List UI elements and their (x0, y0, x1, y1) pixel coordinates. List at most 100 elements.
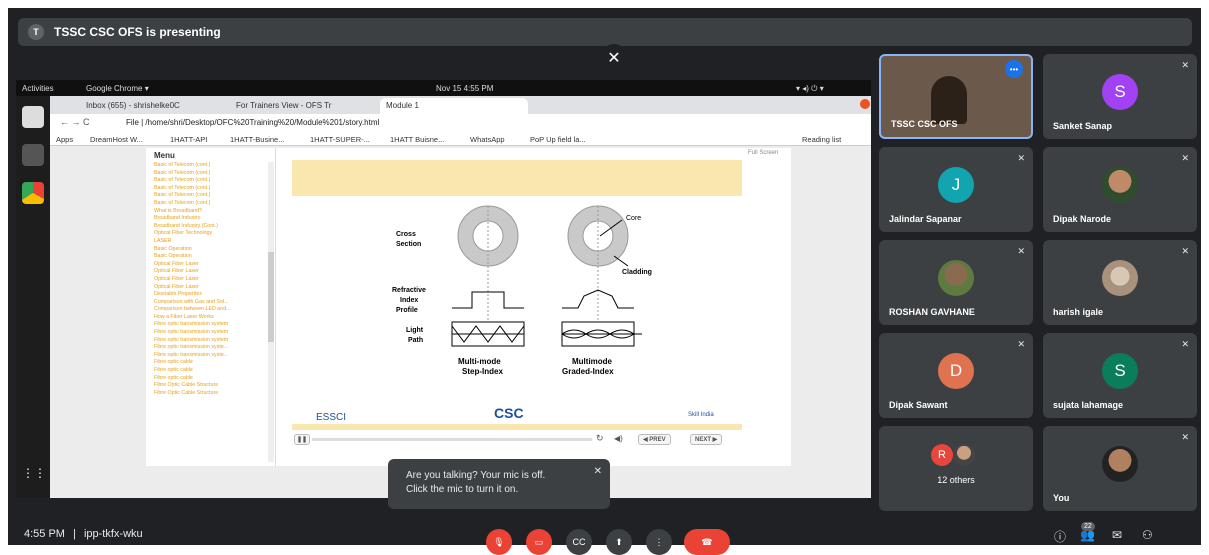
cross-label-2: Section (396, 241, 421, 248)
tab-module-1[interactable]: Module 1 (380, 98, 528, 114)
full-screen-link[interactable]: Full Screen (748, 150, 778, 156)
tile-12-others[interactable]: R 12 others (879, 426, 1033, 511)
menu-item[interactable]: Basic Operation (154, 253, 264, 261)
bookmark-popup[interactable]: PoP Up field la... (530, 135, 586, 144)
tile-dipak-narode[interactable]: ✕ Dipak Narode (1043, 147, 1197, 232)
chrome-window: Inbox (655) - shrishelke0C For Trainers … (50, 96, 871, 498)
present-icon[interactable]: ⬆ (606, 529, 632, 555)
menu-item[interactable]: Broadband Industry (Cont.) (154, 223, 264, 231)
prev-button[interactable]: ◀ PREV (638, 434, 671, 445)
menu-scrollbar[interactable] (268, 162, 274, 462)
toast-close-icon[interactable]: ✕ (594, 465, 602, 479)
bookmark-1hatt-buisne[interactable]: 1HATT Buisne... (390, 135, 444, 144)
tile-harish-igale[interactable]: ✕ harish igale (1043, 240, 1197, 325)
activities-icon[interactable]: ⚇ (1142, 528, 1153, 542)
seek-bar[interactable] (312, 438, 592, 441)
activities-label: Activities (22, 84, 54, 93)
url-text[interactable]: File | /home/shri/Desktop/OFC%20Training… (126, 118, 379, 127)
menu-item[interactable]: Broadband Industry (154, 215, 264, 223)
tile-sanket-sanap[interactable]: ✕ S Sanket Sanap (1043, 54, 1197, 139)
mic-off-icon: ✕ (1181, 153, 1189, 163)
mic-off-toast: Are you talking? Your mic is off. Click … (388, 459, 610, 509)
next-button[interactable]: NEXT ▶ (690, 434, 723, 445)
mic-toggle-icon[interactable]: 🎙 (486, 529, 512, 555)
mic-off-icon: ✕ (1181, 60, 1189, 70)
menu-item[interactable]: Optical Fiber Laser (154, 284, 264, 292)
menu-item[interactable]: Fibre Optic Cable Structure (154, 390, 264, 398)
bookmark-1hatt-busine[interactable]: 1HATT-Busine... (230, 135, 284, 144)
slide-footer-band (292, 424, 742, 430)
refractive-label-1: Refractive (392, 287, 426, 294)
current-time: 4:55 PM (24, 528, 65, 540)
bookmark-reading-list[interactable]: Reading list (802, 135, 841, 144)
bookmark-dreamhost[interactable]: DreamHost W... (90, 135, 143, 144)
menu-item[interactable]: Basic of Telecom (cont.) (154, 192, 264, 200)
mic-off-icon: ✕ (1181, 246, 1189, 256)
menu-item[interactable]: Basic of Telecom (cont.) (154, 185, 264, 193)
system-tray-icon: ▾ ◂) ⏻ ▾ (796, 84, 824, 93)
chat-icon[interactable]: ✉ (1112, 528, 1122, 542)
tab-inbox[interactable]: Inbox (655) - shrishelke0C (80, 98, 228, 114)
menu-item[interactable]: Basic of Telecom (cont.) (154, 162, 264, 170)
slide-header-band (292, 160, 742, 196)
menu-item[interactable]: How a Fiber Laser Works (154, 314, 264, 322)
menu-item[interactable]: Fibre Optic Cable Structure (154, 382, 264, 390)
captions-icon[interactable]: CC (566, 529, 592, 555)
menu-item[interactable]: LASER (154, 238, 264, 246)
bookmark-1hatt-super[interactable]: 1HATT-SUPER-... (310, 135, 370, 144)
avatar-photo (1102, 167, 1138, 203)
menu-item[interactable]: Basic Operation (154, 246, 264, 254)
tile-tssc-csc-ofs[interactable]: ••• TSSC CSC OFS (879, 54, 1033, 139)
menu-item[interactable]: Comparison between LED and... (154, 306, 264, 314)
menu-item[interactable]: Fibre optic cable (154, 375, 264, 383)
mic-off-icon: ✕ (1017, 246, 1025, 256)
menu-item[interactable]: Fibre optic transmission system (154, 329, 264, 337)
tile-jalindar-sapanar[interactable]: ✕ J Jalindar Sapanar (879, 147, 1033, 232)
menu-item[interactable]: Optical Fiber Laser (154, 268, 264, 276)
terminal-icon[interactable] (22, 144, 44, 166)
close-icon[interactable]: ✕ (600, 44, 628, 72)
end-call-icon[interactable]: ☎ (684, 529, 730, 555)
tab-trainers-view[interactable]: For Trainers View - OFS Tr (230, 98, 378, 114)
tile-sujata-lahamage[interactable]: ✕ S sujata lahamage (1043, 333, 1197, 418)
player-controls: ❚❚ ↻ ◀) ◀ PREV NEXT ▶ (292, 432, 742, 446)
apps-grid-icon[interactable]: ⋮⋮ (22, 466, 46, 480)
menu-item[interactable]: What is Broadband? (154, 208, 264, 216)
menu-item[interactable]: Comparison with Gas and Sol... (154, 299, 264, 307)
menu-item[interactable]: Fibre optic cable (154, 359, 264, 367)
menu-item[interactable]: Fibre optic transmission system (154, 337, 264, 345)
bookmark-1hatt-api[interactable]: 1HATT-API (170, 135, 207, 144)
menu-item[interactable]: Basic of Telecom (cont.) (154, 170, 264, 178)
course-player: Menu Basic of Telecom (cont.) Basic of Te… (146, 148, 791, 466)
address-bar[interactable]: ← → C File | /home/shri/Desktop/OFC%20Tr… (50, 114, 871, 132)
window-close-icon[interactable] (860, 99, 870, 109)
tile-roshan-gavhane[interactable]: ✕ ROSHAN GAVHANE (879, 240, 1033, 325)
menu-item[interactable]: Optical Fiber Laser (154, 261, 264, 269)
info-icon[interactable]: ⓘ (1054, 528, 1066, 545)
volume-icon[interactable]: ◀) (614, 434, 623, 443)
participant-name: ROSHAN GAVHANE (889, 307, 975, 317)
menu-item[interactable]: Fibre optic transmission syste... (154, 344, 264, 352)
menu-item[interactable]: Optical Fiber Technology (154, 230, 264, 238)
files-icon[interactable] (22, 106, 44, 128)
menu-item[interactable]: Basic of Telecom (cont.) (154, 200, 264, 208)
participant-name: Dipak Narode (1053, 214, 1112, 224)
camera-toggle-icon[interactable]: ▭ (526, 529, 552, 555)
more-options-icon[interactable]: ⋮ (646, 529, 672, 555)
menu-item[interactable]: Basic of Telecom (cont.) (154, 177, 264, 185)
tile-dipak-sawant[interactable]: ✕ D Dipak Sawant (879, 333, 1033, 418)
nav-arrows-icon[interactable]: ← → C (60, 117, 90, 127)
skill-india-logo: Skill India (688, 412, 714, 418)
menu-item[interactable]: Fibre optic transmission system (154, 321, 264, 329)
menu-item[interactable]: Fibre optic cable (154, 367, 264, 375)
chrome-icon[interactable] (22, 182, 44, 204)
pause-icon[interactable]: ❚❚ (294, 434, 311, 445)
bookmark-whatsapp[interactable]: WhatsApp (470, 135, 505, 144)
tile-you[interactable]: ✕ You (1043, 426, 1197, 511)
replay-icon[interactable]: ↻ (596, 433, 604, 444)
menu-item[interactable]: Optical Fiber Laser (154, 276, 264, 284)
bookmark-apps[interactable]: Apps (56, 135, 73, 144)
menu-item[interactable]: Fibre optic transmission syste... (154, 352, 264, 360)
meet-stage: T TSSC CSC OFS is presenting ✕ Activitie… (8, 8, 1201, 555)
menu-item[interactable]: Desirable Properties (154, 291, 264, 299)
